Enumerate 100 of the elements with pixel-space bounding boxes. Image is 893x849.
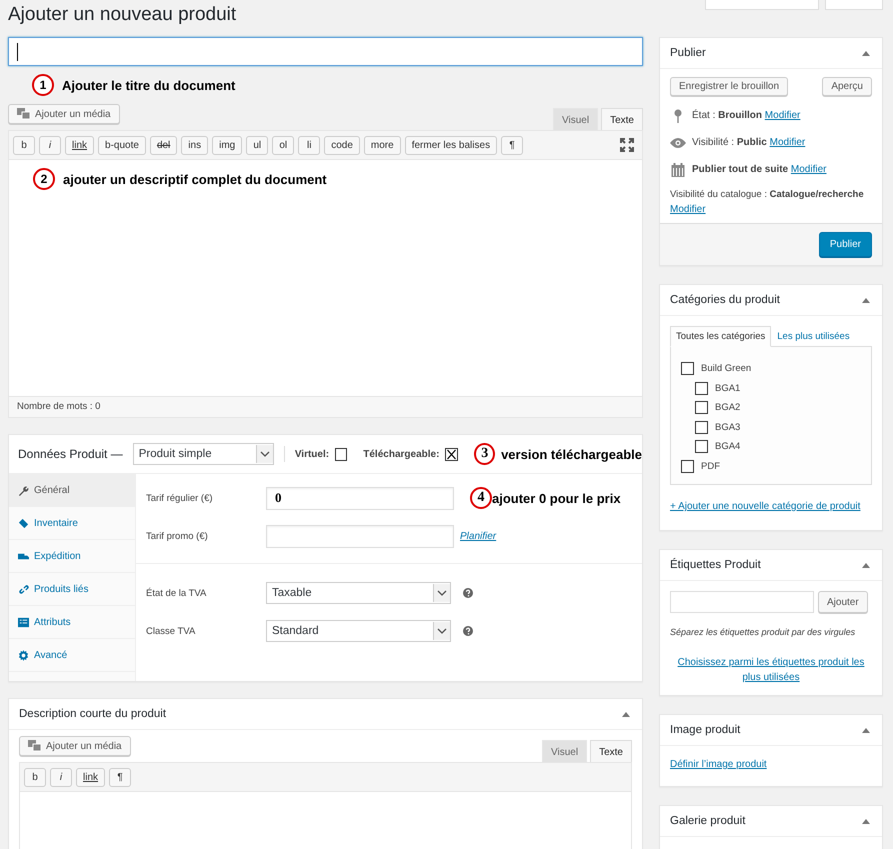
panel-title: Données Produit — <box>18 447 123 461</box>
category-label: BGA4 <box>715 441 740 452</box>
format-button[interactable]: ins <box>181 136 208 154</box>
add-media-button[interactable]: Ajouter un média <box>8 104 120 124</box>
annotation-text: version téléchargeable <box>501 446 642 462</box>
tax-select[interactable]: Taxable <box>266 582 451 604</box>
status-text: État : Brouillon Modifier <box>692 110 800 121</box>
checkbox[interactable] <box>681 460 694 473</box>
save-draft-button[interactable]: Enregistrer le brouillon <box>670 77 788 96</box>
format-button[interactable]: i <box>39 136 61 154</box>
editor-tab[interactable]: Texte <box>590 740 632 762</box>
format-button[interactable]: ¶ <box>501 136 524 154</box>
number-circle: 1 <box>32 74 54 96</box>
format-button[interactable]: i <box>50 768 72 786</box>
word-count: Nombre de mots : 0 <box>17 401 100 412</box>
price-input-field[interactable] <box>266 524 454 548</box>
category-label: BGA2 <box>715 402 740 414</box>
category-tab[interactable]: Les plus utilisées <box>771 326 856 347</box>
category-label: Build Green <box>701 363 752 374</box>
collapse-icon[interactable] <box>622 712 630 716</box>
title-input-field[interactable] <box>8 37 643 66</box>
panel-title: Publier <box>670 47 706 59</box>
format-button[interactable]: ol <box>272 136 294 154</box>
checkbox-label: Virtuel: <box>294 448 330 460</box>
format-button[interactable]: ¶ <box>109 768 132 786</box>
edit-link[interactable]: Modifier <box>764 110 800 121</box>
checkbox[interactable] <box>445 448 458 460</box>
checkbox-label: Téléchargeable: <box>363 448 440 460</box>
product-data-tab[interactable]: Général <box>9 474 135 507</box>
category-label: BGA3 <box>715 422 740 433</box>
chevron-down-icon <box>437 628 447 634</box>
format-button[interactable]: img <box>212 136 242 154</box>
format-button[interactable]: b <box>24 768 46 786</box>
panel-title: Étiquettes Produit <box>670 559 761 571</box>
collapse-icon[interactable] <box>862 50 870 56</box>
product-type-select[interactable]: Produit simple <box>132 443 274 465</box>
checkbox[interactable] <box>695 440 708 454</box>
checkbox[interactable] <box>681 362 694 376</box>
format-button[interactable]: b <box>13 136 35 154</box>
editor-tab[interactable]: Visuel <box>553 108 598 130</box>
gear-icon <box>18 650 29 660</box>
editor-tab[interactable]: Texte <box>601 108 643 130</box>
editor-tab[interactable]: Visuel <box>542 740 588 762</box>
category-label: PDF <box>701 460 720 472</box>
format-button[interactable]: ul <box>246 136 268 154</box>
checkbox[interactable] <box>335 448 348 460</box>
schedule-link[interactable]: Planifier <box>460 530 496 542</box>
checkbox[interactable] <box>695 420 708 434</box>
eye-icon <box>670 138 686 148</box>
status-text: Publier tout de suite Modifier <box>692 164 826 175</box>
format-button[interactable]: b-quote <box>98 136 146 154</box>
category-tab[interactable]: Toutes les catégories <box>670 326 772 347</box>
collapse-icon[interactable] <box>862 818 870 824</box>
format-button[interactable]: link <box>76 768 106 786</box>
collapse-icon[interactable] <box>862 562 870 568</box>
panel-title: Image produit <box>670 724 740 736</box>
wrench-icon <box>18 484 29 496</box>
media-icon <box>17 108 31 120</box>
price-input-field[interactable]: 0 <box>266 486 454 510</box>
collapse-icon[interactable] <box>862 728 870 732</box>
tag-icon <box>18 518 29 528</box>
popular-tags-link[interactable]: Choisissez parmi les étiquettes produit les plus utilisées <box>670 655 872 685</box>
edit-link[interactable]: Modifier <box>790 164 826 175</box>
field-label: Classe TVA <box>146 626 196 636</box>
field-label: Tarif régulier (€) <box>146 492 214 504</box>
number-circle: 4 <box>470 487 492 509</box>
edit-link[interactable]: Modifier <box>770 137 806 148</box>
add-category-link[interactable]: + Ajouter une nouvelle catégorie de produit <box>670 499 872 514</box>
panel-title: Galerie produit <box>670 815 746 827</box>
help-icon[interactable] <box>463 626 473 636</box>
status-text: Visibilité : Public Modifier <box>692 137 806 148</box>
link-icon <box>18 584 29 594</box>
checkbox[interactable] <box>695 382 708 395</box>
collapse-icon[interactable] <box>862 298 870 302</box>
format-button[interactable]: link <box>65 136 94 154</box>
annotation-text: ajouter un descriptif complet du document <box>63 172 327 186</box>
set-image-link[interactable]: Définir l’image produit <box>670 759 767 770</box>
tag-input-field[interactable] <box>670 591 814 613</box>
hint-text: Séparez les étiquettes produit par des virgules <box>670 627 856 637</box>
fullscreen-icon[interactable] <box>620 138 634 152</box>
format-button[interactable]: li <box>298 136 320 154</box>
add-tag-button[interactable]: Ajouter <box>818 591 868 613</box>
media-icon <box>28 740 42 752</box>
format-button[interactable]: more <box>364 136 401 154</box>
checkbox[interactable] <box>695 401 708 414</box>
edit-link[interactable]: Modifier <box>670 204 706 215</box>
panel-title: Description courte du produit <box>19 708 166 720</box>
field-label: État de la TVA <box>146 588 208 598</box>
add-media-button[interactable]: Ajouter un média <box>19 736 131 756</box>
preview-button[interactable]: Aperçu <box>822 77 872 96</box>
format-button[interactable]: fermer les balises <box>404 136 498 154</box>
format-button[interactable]: code <box>324 136 360 154</box>
chevron-down-icon <box>260 451 270 457</box>
publish-button[interactable]: Publier <box>818 232 872 257</box>
calendar-icon <box>670 162 686 176</box>
format-button[interactable]: del <box>150 136 178 154</box>
help-icon[interactable] <box>463 588 473 598</box>
annotation-text: Ajouter le titre du document <box>62 78 236 92</box>
tax-select[interactable]: Standard <box>266 620 451 642</box>
page-title: Ajouter un nouveau produit <box>8 3 238 27</box>
